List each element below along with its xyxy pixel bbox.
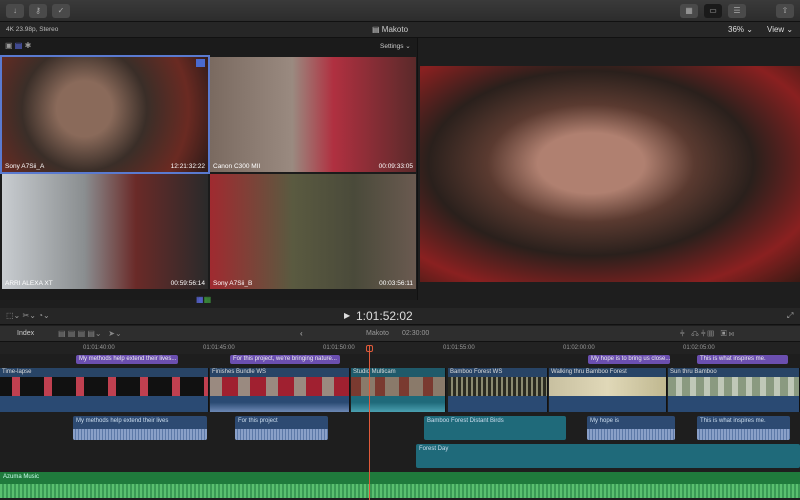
clip-name: Bamboo Forest WS — [448, 368, 547, 377]
play-button[interactable]: ▶ — [344, 311, 350, 320]
index-button[interactable]: Index — [17, 330, 34, 337]
keyword-icon[interactable]: ⚷ — [29, 4, 47, 18]
connected-audio-clip[interactable]: My methods help extend their lives — [73, 416, 207, 440]
clip-name: Bamboo Forest Distant Birds — [427, 418, 504, 424]
timeline-clip[interactable]: Studio Multicam — [351, 368, 446, 412]
clip-audio — [210, 396, 349, 412]
fullscreen-icon[interactable]: ⤢ — [787, 311, 793, 321]
timeline-duration: 02:30:00 — [402, 330, 430, 337]
ruler-tick: 01:01:40:00 — [83, 345, 115, 351]
angle-bank-icon[interactable]: ▦▦ — [196, 295, 211, 304]
caption[interactable]: My hope is to bring us close... — [588, 355, 670, 364]
back-icon[interactable]: ‹ — [300, 329, 303, 338]
import-icon[interactable]: ↓ — [6, 4, 24, 18]
clip-name: Finishes Bundle WS — [210, 368, 349, 377]
viewer-layout-icon[interactable]: ▭ — [704, 4, 722, 18]
clip-name: My hope is — [590, 418, 620, 424]
timeline-clip[interactable]: Sun thru Bamboo — [668, 368, 800, 412]
angle-name: Sony A7Sii_B — [213, 280, 253, 287]
angle-cell[interactable]: Canon C300 MII 00:09:33:05 — [210, 57, 416, 172]
connected-audio-clip[interactable]: This is what inspires me. — [697, 416, 790, 440]
caption[interactable]: My methods help extend their lives... — [76, 355, 178, 364]
timeline-clip[interactable]: Time-lapse — [0, 368, 209, 412]
clip-audio — [351, 396, 445, 412]
active-angle-icon — [196, 59, 205, 67]
format-label: 4K 23.98p, Stereo — [6, 26, 59, 33]
ruler-tick: 01:02:05:00 — [683, 345, 715, 351]
audio-controls-icons[interactable]: ⫩ ☊ ⫩ ▥ ▣ ⋈ — [680, 329, 734, 339]
zoom-dropdown[interactable]: 36% ⌄ — [728, 25, 753, 34]
clip-thumbnails — [351, 377, 445, 396]
angle-cell[interactable]: Sony A7Sii_B 00:03:56:11 — [210, 174, 416, 289]
check-icon[interactable]: ✓ — [52, 4, 70, 18]
transform-icon[interactable]: ⬚⌄ ✂⌄ ◔⌄ — [6, 311, 50, 320]
timecode-display: 1:01:52:02 — [356, 309, 413, 323]
timeline-project: Makoto — [366, 330, 389, 337]
angle-timecode: 00:59:56:14 — [170, 280, 205, 287]
ruler-tick: 01:01:55:00 — [443, 345, 475, 351]
viewer-image — [420, 66, 800, 282]
project-title: ▤ Makoto — [372, 25, 409, 34]
clip-appearance-icons[interactable]: ▤ ▤ ▤ ▤⌄ ➤⌄ — [58, 329, 122, 338]
share-icon[interactable]: ⇧ — [776, 4, 794, 18]
angle-timecode: 00:09:33:05 — [378, 163, 413, 170]
ruler-tick: 01:01:50:00 — [323, 345, 355, 351]
clip-thumbnails — [448, 377, 547, 396]
info-bar: 4K 23.98p, Stereo ▤ Makoto 36% ⌄ View ⌄ — [0, 22, 800, 38]
clip-name: My methods help extend their lives — [76, 418, 169, 424]
caption[interactable]: This is what inspires me. — [697, 355, 788, 364]
project-name: Makoto — [381, 25, 409, 34]
timeline-clip[interactable]: Walking thru Bamboo Forest — [549, 368, 667, 412]
angle-timecode: 00:03:56:11 — [379, 280, 413, 287]
angle-timecode: 12:21:32:22 — [170, 163, 205, 170]
playhead[interactable] — [369, 346, 370, 500]
angle-name: ARRI ALEXA XT — [5, 280, 53, 287]
connected-audio-clip[interactable]: For this project — [235, 416, 328, 440]
angle-view-icons[interactable]: ▣ ▤ ✱ — [5, 41, 31, 50]
clip-name: For this project — [238, 418, 278, 424]
timeline-toolbar: Index ▤ ▤ ▤ ▤⌄ ➤⌄ ‹ Makoto 02:30:00 ⫩ ☊ … — [0, 326, 800, 342]
clip-name: Azuma Music — [3, 474, 40, 480]
clip-thumbnails — [668, 377, 799, 396]
top-toolbar: ↓ ⚷ ✓ ▦ ▭ ☰ ⇧ — [0, 0, 800, 22]
settings-label: Settings — [380, 43, 404, 50]
browser-layout-icon[interactable]: ▦ — [680, 4, 698, 18]
clip-name: Time-lapse — [0, 368, 208, 377]
settings-dropdown[interactable]: Settings ⌄ — [380, 42, 411, 50]
timeline-ruler[interactable]: 01:01:40:00 01:01:45:00 01:01:50:00 01:0… — [0, 342, 800, 354]
clip-thumbnails — [549, 377, 666, 396]
ruler-tick: 01:02:00:00 — [563, 345, 595, 351]
clip-thumbnails — [210, 377, 349, 396]
zoom-value: 36% — [728, 25, 745, 34]
caption[interactable]: For this project, we're bringing nature.… — [230, 355, 340, 364]
inspector-icon[interactable]: ☰ — [728, 4, 746, 18]
clip-name: This is what inspires me. — [700, 418, 766, 424]
forest-day-clip[interactable]: Forest Day — [416, 444, 800, 468]
view-label: View — [767, 25, 785, 34]
ruler-tick: 01:01:45:00 — [203, 345, 235, 351]
timeline-clip[interactable]: Bamboo Forest WS — [448, 368, 548, 412]
clip-name: Studio Multicam — [351, 368, 445, 377]
music-clip[interactable]: Azuma Music — [0, 472, 800, 498]
connected-audio-clip[interactable]: My hope is — [587, 416, 675, 440]
angle-name: Canon C300 MII — [213, 163, 261, 170]
clip-thumbnails — [0, 377, 208, 396]
playhead-handle[interactable] — [366, 345, 373, 352]
view-dropdown[interactable]: View ⌄ — [767, 25, 793, 34]
angle-name: Sony A7Sii_A — [5, 163, 45, 170]
clip-name: Forest Day — [419, 446, 449, 452]
angle-cell[interactable]: ARRI ALEXA XT 00:59:56:14 — [2, 174, 208, 289]
timeline-clip[interactable]: Finishes Bundle WS — [210, 368, 350, 412]
clip-name: Walking thru Bamboo Forest — [549, 368, 666, 377]
connected-audio-clip[interactable]: Bamboo Forest Distant Birds — [424, 416, 566, 440]
angle-cell[interactable]: Sony A7Sii_A 12:21:32:22 — [0, 55, 210, 174]
playback-bar: ⬚⌄ ✂⌄ ◔⌄ ▶ 1:01:52:02 ⤢ — [0, 308, 800, 325]
clip-name: Sun thru Bamboo — [668, 368, 799, 377]
